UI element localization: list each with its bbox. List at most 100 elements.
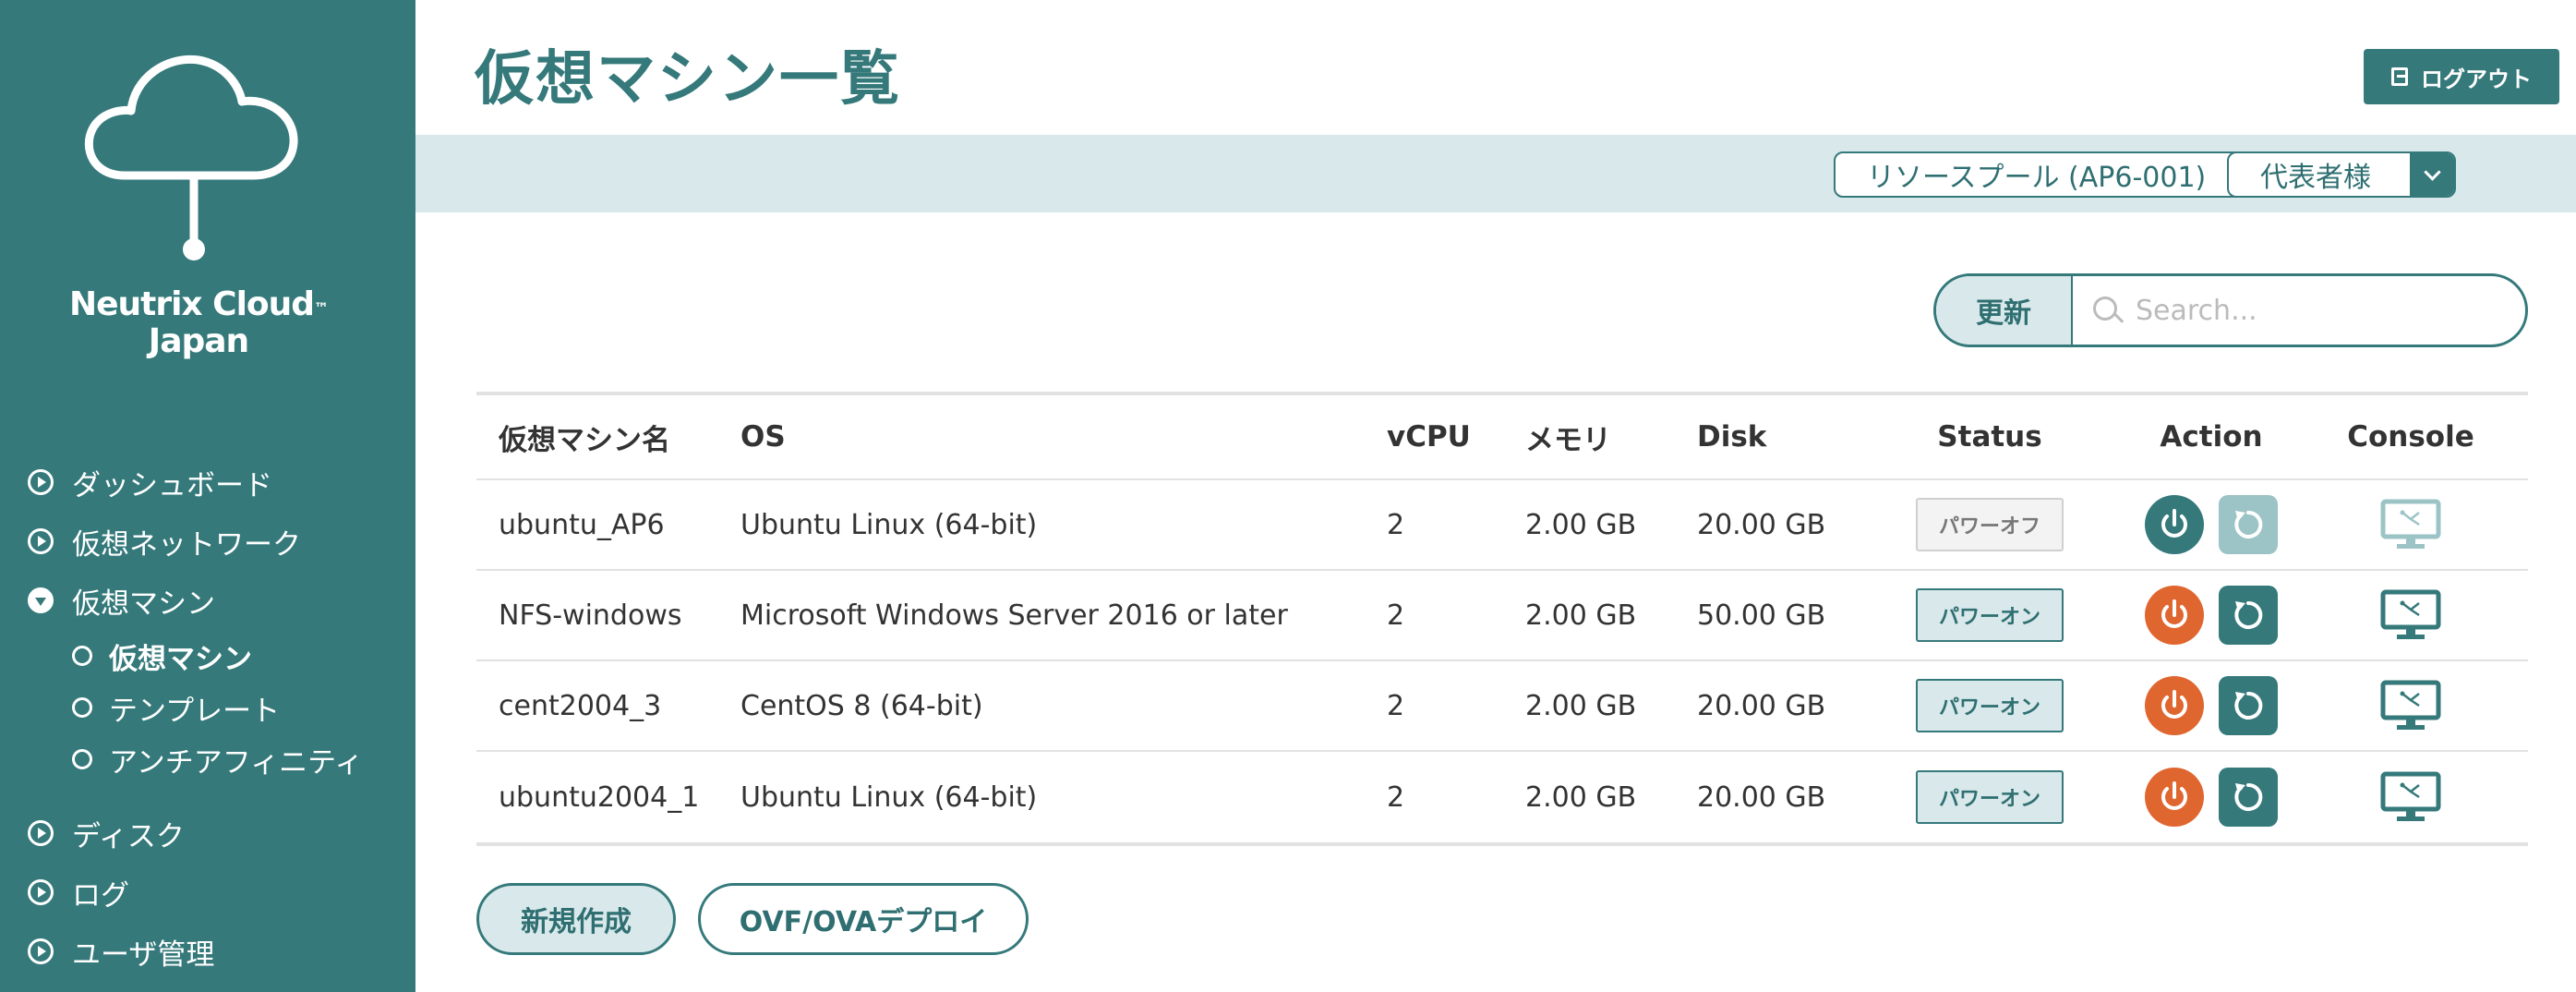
- reboot-icon: [2234, 691, 2263, 720]
- power-icon: [2161, 599, 2187, 628]
- sidebar-item-disk[interactable]: ディスク: [28, 804, 415, 863]
- vm-memory: 2.00 GB: [1525, 508, 1637, 541]
- sidebar-subitem-label: テンプレート: [109, 694, 281, 728]
- table-header-row: 仮想マシン名 OS vCPU メモリ Disk Status Action Co…: [476, 395, 2528, 480]
- sidebar-item-label: ユーザ管理: [72, 938, 215, 972]
- vm-vcpu: 2: [1387, 599, 1405, 632]
- reboot-button[interactable]: [2219, 768, 2278, 827]
- reboot-button[interactable]: [2219, 495, 2278, 554]
- sidebar-item-dashboard[interactable]: ダッシュボード: [28, 453, 415, 512]
- search-icon: [2088, 276, 2136, 345]
- column-header-action: Action: [2160, 420, 2263, 454]
- table-row: ubuntu2004_1 Ubuntu Linux (64-bit) 2 2.0…: [476, 752, 2528, 842]
- sidebar-subitem-template[interactable]: テンプレート: [72, 682, 415, 733]
- power-on-button[interactable]: [2145, 495, 2204, 554]
- filter-bar: リソースプール (AP6-001) 代表者様: [415, 135, 2576, 212]
- sidebar-subitem-label: 仮想マシン: [109, 642, 252, 676]
- power-icon: [2161, 690, 2187, 719]
- status-badge: パワーオン: [1916, 770, 2064, 824]
- radio-circle-icon: [72, 749, 92, 769]
- console-monitor-icon[interactable]: [2380, 680, 2441, 732]
- column-header-status[interactable]: Status: [1882, 420, 2098, 454]
- user-select[interactable]: 代表者様: [2227, 151, 2456, 198]
- sidebar-subitem-virtual-machine[interactable]: 仮想マシン: [72, 630, 415, 682]
- vm-memory: 2.00 GB: [1525, 780, 1637, 814]
- table-row: cent2004_3 CentOS 8 (64-bit) 2 2.00 GB 2…: [476, 661, 2528, 752]
- chevron-down-icon: [28, 587, 54, 613]
- column-header-name[interactable]: 仮想マシン名: [476, 417, 740, 458]
- radio-circle-icon: [72, 697, 92, 718]
- vm-memory: 2.00 GB: [1525, 689, 1637, 722]
- column-header-memory[interactable]: メモリ: [1525, 417, 1697, 458]
- reboot-icon: [2234, 510, 2263, 538]
- brand-name: Neutrix Cloud™ Japan: [68, 285, 329, 360]
- reboot-icon: [2234, 600, 2263, 629]
- vm-disk: 20.00 GB: [1697, 689, 1826, 722]
- vm-disk: 20.00 GB: [1697, 508, 1826, 541]
- vm-os: Ubuntu Linux (64-bit): [740, 780, 1038, 814]
- chevron-down-icon: [2410, 153, 2454, 196]
- search-bar: 更新: [1933, 273, 2528, 347]
- power-off-button[interactable]: [2145, 586, 2204, 645]
- column-header-disk[interactable]: Disk: [1697, 420, 1882, 454]
- logout-label: ログアウト: [2421, 66, 2532, 92]
- table-row: ubuntu_AP6 Ubuntu Linux (64-bit) 2 2.00 …: [476, 480, 2528, 571]
- sidebar-item-virtual-network[interactable]: 仮想ネットワーク: [28, 512, 415, 571]
- console-monitor-icon[interactable]: [2380, 499, 2441, 550]
- sidebar-item-user-management[interactable]: ユーザ管理: [28, 922, 415, 981]
- sidebar-nav: ダッシュボード 仮想ネットワーク 仮想マシン 仮想マシン テンプレート アンチア…: [28, 453, 415, 981]
- power-icon: [2161, 781, 2187, 810]
- status-badge: パワーオン: [1916, 588, 2064, 642]
- vm-disk: 50.00 GB: [1697, 599, 1826, 632]
- sidebar-subitem-anti-affinity[interactable]: アンチアフィニティ: [72, 733, 415, 785]
- sidebar-item-label: 仮想ネットワーク: [72, 527, 301, 562]
- page-title: 仮想マシン一覧: [475, 45, 901, 114]
- sidebar-item-label: 仮想マシン: [72, 587, 215, 621]
- search-input[interactable]: [2136, 276, 2525, 345]
- vm-os: Ubuntu Linux (64-bit): [740, 508, 1038, 541]
- column-header-console: Console: [2347, 420, 2474, 454]
- radio-circle-icon: [72, 646, 92, 666]
- chevron-right-icon: [28, 938, 54, 964]
- status-badge: パワーオン: [1916, 679, 2064, 732]
- power-icon: [2161, 509, 2187, 538]
- vm-name[interactable]: NFS-windows: [476, 599, 740, 632]
- refresh-button[interactable]: 更新: [1936, 276, 2073, 345]
- console-monitor-icon[interactable]: [2380, 771, 2441, 823]
- sidebar-submenu: 仮想マシン テンプレート アンチアフィニティ: [28, 630, 415, 785]
- create-vm-button[interactable]: 新規作成: [476, 883, 676, 955]
- sidebar-item-label: ディスク: [72, 819, 185, 853]
- power-off-button[interactable]: [2145, 676, 2204, 735]
- resource-pool-value: リソースプール (AP6-001): [1867, 162, 2207, 194]
- vm-os: Microsoft Windows Server 2016 or later: [740, 599, 1288, 632]
- vm-name[interactable]: cent2004_3: [476, 690, 740, 722]
- sidebar-item-log[interactable]: ログ: [28, 863, 415, 922]
- logout-icon: [2391, 67, 2408, 86]
- chevron-right-icon: [28, 528, 54, 554]
- chevron-right-icon: [28, 879, 54, 905]
- vm-vcpu: 2: [1387, 508, 1405, 541]
- chevron-right-icon: [28, 469, 54, 495]
- vm-name[interactable]: ubuntu2004_1: [476, 781, 740, 814]
- vm-name[interactable]: ubuntu_AP6: [476, 509, 740, 541]
- reboot-button[interactable]: [2219, 676, 2278, 735]
- sidebar-item-virtual-machine[interactable]: 仮想マシン: [28, 571, 415, 630]
- resource-pool-select[interactable]: リソースプール (AP6-001): [1834, 151, 2290, 198]
- console-monitor-icon[interactable]: [2380, 589, 2441, 641]
- vm-disk: 20.00 GB: [1697, 780, 1826, 814]
- power-off-button[interactable]: [2145, 768, 2204, 827]
- reboot-icon: [2234, 782, 2263, 811]
- table-row: NFS-windows Microsoft Windows Server 201…: [476, 571, 2528, 661]
- column-header-os[interactable]: OS: [740, 420, 1387, 454]
- cloud-logo-icon: [84, 54, 298, 260]
- user-value: 代表者様: [2260, 162, 2371, 194]
- ovf-deploy-button[interactable]: OVF/OVAデプロイ: [698, 883, 1029, 955]
- sidebar: Neutrix Cloud™ Japan ダッシュボード 仮想ネットワーク 仮想…: [0, 0, 415, 992]
- status-badge: パワーオフ: [1916, 498, 2064, 551]
- vm-os: CentOS 8 (64-bit): [740, 689, 983, 722]
- reboot-button[interactable]: [2219, 586, 2278, 645]
- logout-button[interactable]: ログアウト: [2364, 49, 2559, 104]
- column-header-vcpu[interactable]: vCPU: [1387, 420, 1525, 454]
- vm-vcpu: 2: [1387, 780, 1405, 814]
- sidebar-item-label: ログ: [72, 878, 129, 913]
